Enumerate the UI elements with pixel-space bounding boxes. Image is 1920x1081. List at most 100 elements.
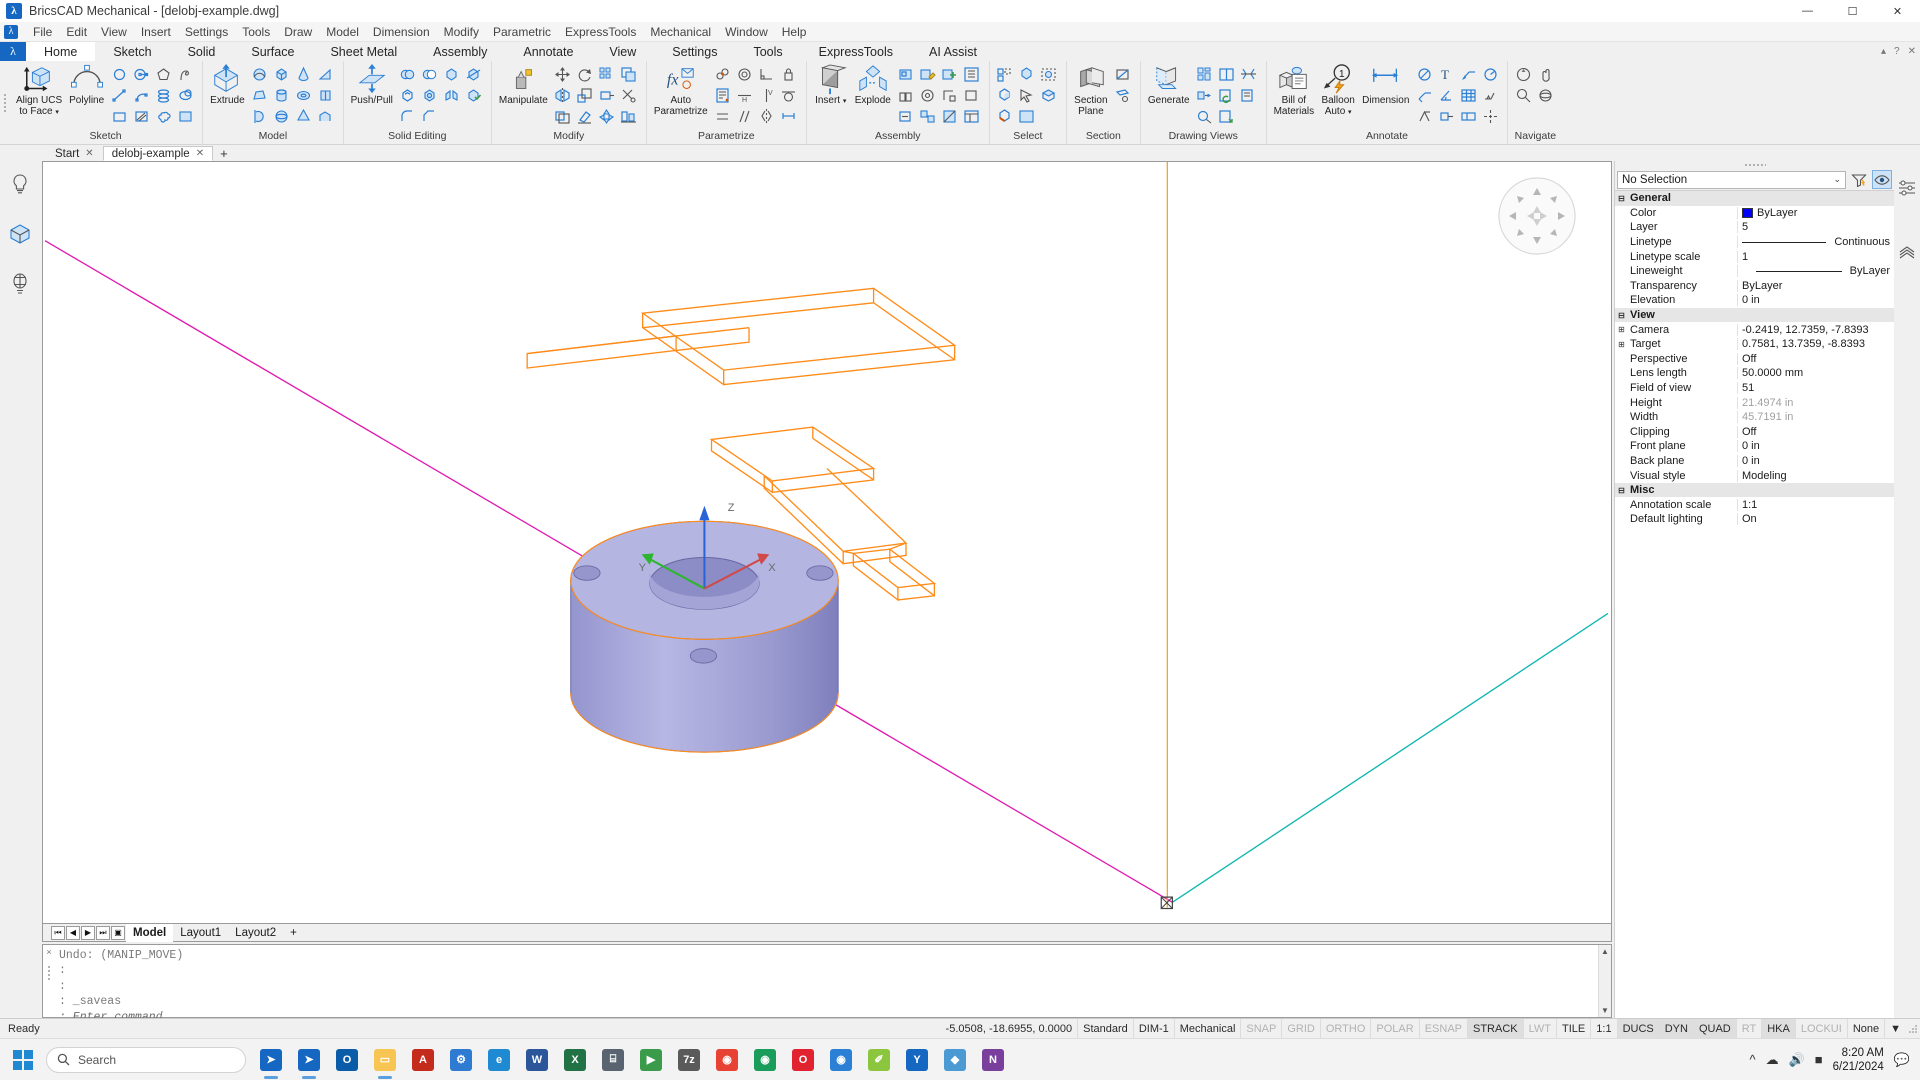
ribbon-tab-expresstools[interactable]: ExpressTools xyxy=(801,42,911,61)
property-value[interactable]: 51 xyxy=(1738,382,1894,394)
property-row[interactable]: Lens length 50.0000 mm xyxy=(1615,366,1894,381)
ribbon-tab-surface[interactable]: Surface xyxy=(233,42,312,61)
scroll-up-icon[interactable]: ▲ xyxy=(1601,945,1609,958)
chrome-icon[interactable]: ◉ xyxy=(708,1039,746,1081)
mirror-icon[interactable] xyxy=(552,85,574,106)
base-view-icon[interactable] xyxy=(1194,64,1216,85)
select-by-type-icon[interactable] xyxy=(1038,64,1060,85)
layout-tab-layout1[interactable]: Layout1 xyxy=(173,924,228,942)
property-row[interactable]: Annotation scale 1:1 xyxy=(1615,497,1894,512)
property-row[interactable]: Back plane 0 in xyxy=(1615,454,1894,469)
subtract-icon[interactable] xyxy=(419,64,441,85)
layers-icon[interactable] xyxy=(1892,239,1920,269)
ribbon-button-push-pull[interactable]: Push/Pull xyxy=(348,64,396,107)
diameter-dim-icon[interactable] xyxy=(1413,64,1435,85)
command-line-close-icon[interactable]: × xyxy=(46,947,51,957)
status-item-1-1[interactable]: 1:1 xyxy=(1590,1018,1616,1039)
spline-icon[interactable] xyxy=(174,64,196,85)
ribbon-tab-assembly[interactable]: Assembly xyxy=(415,42,505,61)
filter-selection-icon[interactable] xyxy=(1849,170,1869,189)
edge-icon[interactable]: e xyxy=(480,1039,518,1081)
menu-item-window[interactable]: Window xyxy=(718,23,775,41)
orbit-icon[interactable] xyxy=(1534,85,1556,106)
ribbon-button-extrude[interactable]: Extrude xyxy=(207,64,247,107)
property-row[interactable]: Perspective Off xyxy=(1615,352,1894,367)
sweep-icon[interactable] xyxy=(249,64,271,85)
model-browser-icon[interactable] xyxy=(5,219,35,249)
first-layout-button[interactable]: ⏮ xyxy=(51,925,65,940)
ribbon-button-section-plane[interactable]: Section Plane xyxy=(1071,64,1111,118)
select-entity-icon[interactable] xyxy=(1016,64,1038,85)
ribbon-tab-home[interactable]: Home xyxy=(26,42,96,61)
property-row[interactable]: Transparency ByLayer xyxy=(1615,279,1894,294)
centerline-icon[interactable] xyxy=(1479,106,1501,127)
status-item-mechanical[interactable]: Mechanical xyxy=(1173,1018,1241,1039)
property-row[interactable]: Linetype Continuous xyxy=(1615,235,1894,250)
menu-item-draw[interactable]: Draw xyxy=(277,23,319,41)
menu-item-view[interactable]: View xyxy=(94,23,134,41)
property-value[interactable]: ByLayer xyxy=(1738,280,1894,292)
show-hidden-icons-icon[interactable]: ^ xyxy=(1749,1052,1755,1067)
menu-item-file[interactable]: File xyxy=(26,23,59,41)
make-component-icon[interactable] xyxy=(895,64,917,85)
chrome-canary-icon[interactable]: ◉ xyxy=(746,1039,784,1081)
status-item-ortho[interactable]: ORTHO xyxy=(1319,1018,1371,1039)
property-row[interactable]: Height 21.4974 in xyxy=(1615,395,1894,410)
constraint-insert-icon[interactable] xyxy=(895,85,917,106)
align-icon[interactable] xyxy=(618,106,640,127)
polygon-icon[interactable] xyxy=(152,64,174,85)
edit-component-icon[interactable] xyxy=(917,64,939,85)
section-settings-icon[interactable] xyxy=(1112,85,1134,106)
quick-select-icon[interactable] xyxy=(1016,85,1038,106)
status-coordinates[interactable]: -5.0508, -18.6955, 0.0000 xyxy=(941,1019,1078,1039)
imprint-icon[interactable] xyxy=(419,85,441,106)
drawing-content[interactable]: Z X Y xyxy=(43,162,1611,923)
document-tab-delobj-example[interactable]: delobj-example ✕ xyxy=(102,146,214,161)
offset-icon[interactable] xyxy=(552,106,574,127)
torus-icon[interactable] xyxy=(293,85,315,106)
arc-icon[interactable] xyxy=(130,85,152,106)
status-item-grid[interactable]: GRID xyxy=(1281,1018,1320,1039)
property-row[interactable]: Lineweight ByLayer xyxy=(1615,264,1894,279)
search-input[interactable]: Search xyxy=(46,1046,246,1073)
command-history[interactable]: Undo: (MANIP_MOVE)::: _saveas: Enter com… xyxy=(55,945,1598,1024)
command-line-scrollbar[interactable]: ▲ ▼ xyxy=(1598,945,1611,1017)
drawing-canvas[interactable]: Z X Y xyxy=(42,161,1612,924)
property-value[interactable]: 21.4974 in xyxy=(1738,397,1894,409)
volume-icon[interactable]: 🔊 xyxy=(1789,1052,1805,1068)
select-edges-icon[interactable] xyxy=(994,106,1016,127)
next-layout-button[interactable]: ▶ xyxy=(81,925,95,940)
constraint-fix-icon[interactable] xyxy=(939,85,961,106)
loft-icon[interactable] xyxy=(249,85,271,106)
status-item-dyn[interactable]: DYN xyxy=(1658,1018,1693,1039)
view-layout-icon[interactable] xyxy=(1216,64,1238,85)
firefox-icon[interactable]: ◉ xyxy=(822,1039,860,1081)
ribbon-button-insert[interactable]: Insert ▾ xyxy=(811,64,851,108)
tip-of-the-day-icon[interactable] xyxy=(5,169,35,199)
prev-layout-button[interactable]: ◀ xyxy=(66,925,80,940)
break-view-icon[interactable] xyxy=(1238,64,1260,85)
update-view-icon[interactable] xyxy=(1216,85,1238,106)
close-icon[interactable]: ✕ xyxy=(85,148,93,159)
ellipse-icon[interactable] xyxy=(174,85,196,106)
property-value[interactable]: 1 xyxy=(1738,251,1894,263)
ribbon-close-icon[interactable]: ✕ xyxy=(1908,46,1916,57)
constraint-concentric-icon[interactable] xyxy=(917,85,939,106)
file-explorer-icon[interactable]: ▭ xyxy=(366,1039,404,1081)
excel-icon[interactable]: X xyxy=(556,1039,594,1081)
status-item-standard[interactable]: Standard xyxy=(1077,1018,1133,1039)
ribbon-tab-sheet-metal[interactable]: Sheet Metal xyxy=(312,42,415,61)
menu-item-mechanical[interactable]: Mechanical xyxy=(643,23,718,41)
new-layout-button[interactable]: + xyxy=(283,924,304,942)
selection-dropdown[interactable]: No Selection ⌄ xyxy=(1617,170,1846,189)
notification-icon[interactable]: 💬 xyxy=(1894,1052,1910,1068)
status-item-snap[interactable]: SNAP xyxy=(1240,1018,1281,1039)
wedge-icon[interactable] xyxy=(315,64,337,85)
status-item-none[interactable]: None xyxy=(1846,1018,1884,1039)
move-icon[interactable] xyxy=(552,64,574,85)
layout-tab-model[interactable]: Model xyxy=(126,923,174,942)
ribbon-button-balloon-auto[interactable]: 1 Balloon Auto ▾ xyxy=(1318,64,1358,119)
property-value[interactable]: 5 xyxy=(1738,221,1894,233)
select-similar-icon[interactable] xyxy=(994,64,1016,85)
mech-hide-icon[interactable] xyxy=(961,85,983,106)
